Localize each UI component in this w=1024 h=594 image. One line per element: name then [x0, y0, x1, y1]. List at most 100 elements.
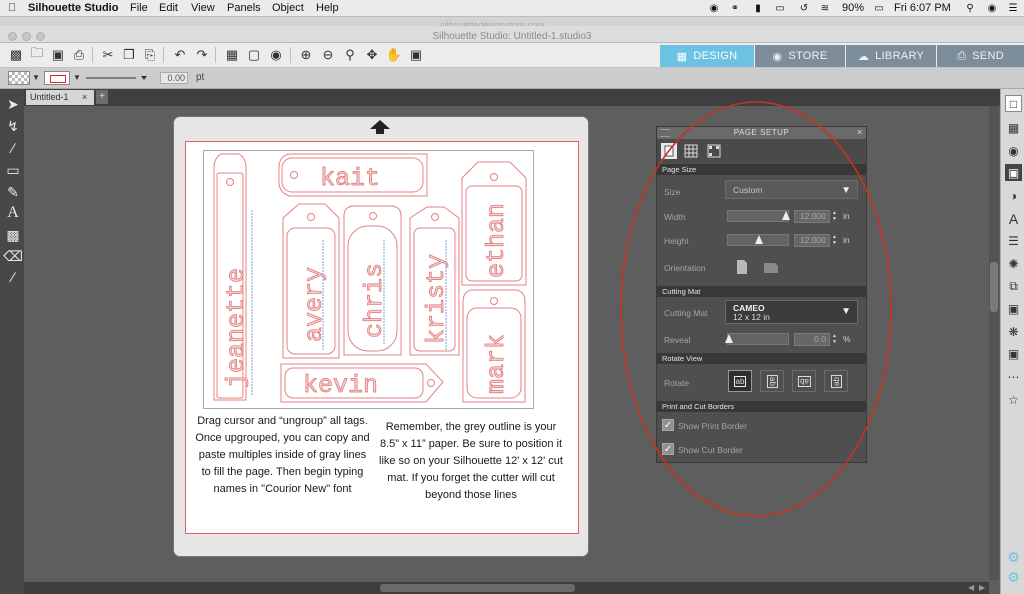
menu-panels[interactable]: Panels — [227, 2, 261, 14]
line-width-unit: pt — [196, 72, 205, 83]
chevron-down-icon[interactable]: ▼ — [73, 73, 81, 82]
trace-icon[interactable]: ❋ — [1005, 323, 1022, 340]
zoom-in-icon[interactable]: ⊕ — [298, 47, 314, 63]
select-pointer-icon[interactable]: ➤ — [5, 95, 21, 113]
right-panel-bar: □ ▦ ◉ ▣ ◑ A ☰ ✺ ⧉ ▣ ❋ ▣ ⋯ ☆ ⚙ ⚙ — [1000, 89, 1024, 594]
transform-icon[interactable]: ▣ — [1005, 345, 1022, 362]
line-tool-icon[interactable]: ∕ — [5, 139, 21, 157]
menu-edit[interactable]: Edit — [159, 2, 178, 14]
save-icon[interactable]: ▣ — [50, 47, 66, 63]
eraser-tool-icon[interactable]: ⌫ — [3, 247, 23, 265]
battery-icon[interactable]: ▭ — [870, 2, 888, 14]
fill-tool-icon[interactable]: ▩ — [5, 226, 21, 244]
move-icon[interactable]: ✥ — [364, 47, 380, 63]
settings-gear-icon[interactable]: ⚙ — [1005, 549, 1022, 566]
clock[interactable]: Fri 6:07 PM — [894, 2, 951, 14]
star-icon[interactable]: ☆ — [1005, 391, 1022, 408]
menu-file[interactable]: File — [130, 2, 148, 14]
fill-panel-icon[interactable]: ◉ — [1005, 142, 1022, 159]
print-icon[interactable]: ⎙ — [71, 47, 87, 63]
tag-name-jeanette[interactable]: jeanette — [222, 268, 252, 389]
cut-icon[interactable]: ✂ — [100, 47, 116, 63]
undo-icon[interactable]: ↶ — [172, 47, 188, 63]
redo-icon[interactable]: ↷ — [194, 47, 210, 63]
point-tracing-icon[interactable]: ⋯ — [1005, 368, 1022, 385]
left-tool-panel: ➤ ↯ ∕ ▭ ✎ A ▩ ⌫ ∕ — [0, 89, 24, 594]
menu-help[interactable]: Help — [316, 2, 339, 14]
style-bar — [0, 68, 1024, 89]
tag-name-kevin[interactable]: kevin — [303, 371, 379, 401]
knife-tool-icon[interactable]: ∕ — [5, 268, 21, 286]
fit-to-page-icon[interactable]: ▣ — [408, 47, 424, 63]
align-icon[interactable]: ☰ — [1005, 232, 1022, 249]
close-tab-icon[interactable]: × — [82, 92, 87, 102]
timemachine-icon[interactable]: ↺ — [797, 2, 811, 14]
shape-tool-icon[interactable]: ▭ — [5, 161, 21, 179]
pan-hand-icon[interactable]: ✋ — [386, 47, 402, 63]
apple-menu[interactable]:  — [8, 2, 16, 14]
replicate-icon[interactable]: ✺ — [1005, 255, 1022, 272]
camera-icon[interactable]: ◉ — [707, 2, 721, 14]
new-document-icon[interactable]: ▩ — [8, 47, 24, 63]
fill-color-swatch[interactable] — [8, 71, 30, 85]
select-all-icon[interactable]: ◉ — [268, 47, 284, 63]
menubar-app-icon[interactable]: ▮ — [751, 2, 765, 14]
nav-design-button[interactable]: ▦ DESIGN — [660, 45, 754, 67]
chevron-down-icon[interactable]: ▼ — [32, 73, 40, 82]
tag-name-kait[interactable]: kait — [320, 164, 381, 194]
instruction-note-left: Drag cursor and “ungroup” all tags. Once… — [195, 415, 370, 495]
pencil-tool-icon[interactable]: ✎ — [5, 183, 21, 201]
toolbar-divider — [92, 47, 93, 63]
menu-view[interactable]: View — [191, 2, 215, 14]
toolbar-divider — [163, 47, 164, 63]
group-icon[interactable]: ▦ — [224, 47, 240, 63]
print-cut-icon[interactable]: ▦ — [1005, 119, 1022, 136]
line-style-dropdown[interactable] — [84, 71, 150, 85]
app-menu[interactable]: Silhouette Studio — [28, 2, 118, 14]
horizontal-scroll-thumb[interactable] — [380, 584, 575, 592]
edit-points-icon[interactable]: ↯ — [5, 117, 21, 135]
nav-library-label: LIBRARY — [875, 50, 925, 62]
tag-name-chris[interactable]: chris — [360, 263, 390, 339]
help-gear-icon[interactable]: ⚙ — [1005, 569, 1022, 586]
feed-direction-arrow-icon — [370, 120, 390, 134]
line-panel-icon[interactable]: ▣ — [1005, 164, 1022, 181]
text-style-icon[interactable]: A — [1005, 210, 1022, 227]
notification-center-icon[interactable]: ☰ — [1006, 2, 1020, 14]
paste-icon[interactable]: ⎘ — [142, 47, 158, 63]
nav-design-label: DESIGN — [693, 50, 738, 62]
wifi-icon[interactable]: ≋ — [818, 2, 832, 14]
transparency-icon[interactable]: ◑ — [1005, 187, 1022, 204]
modify-icon[interactable]: ⧉ — [1005, 278, 1022, 295]
line-width-field[interactable]: 0.00 — [160, 72, 188, 84]
tag-name-avery[interactable]: avery — [300, 267, 330, 343]
zoom-out-icon[interactable]: ⊖ — [320, 47, 336, 63]
tag-name-ethan[interactable]: ethan — [482, 203, 512, 279]
add-tab-button[interactable]: + — [96, 90, 108, 104]
line-color-swatch[interactable] — [44, 71, 70, 85]
page-setup-icon[interactable]: □ — [1005, 95, 1022, 112]
text-tool-icon[interactable]: A — [5, 204, 21, 222]
scroll-right-arrow-icon[interactable]: ▶ — [979, 583, 985, 592]
scroll-left-arrow-icon[interactable]: ◀ — [968, 583, 974, 592]
vertical-scroll-thumb[interactable] — [990, 262, 998, 312]
nav-send-button[interactable]: ⎙ SEND — [937, 45, 1024, 67]
cutter-icon: ⎙ — [957, 49, 967, 62]
window-title: Silhouette Studio: Untitled-1.studio3 — [432, 31, 592, 42]
creative-cloud-icon[interactable]: ⚭ — [728, 2, 742, 14]
gift-tag-designs[interactable]: jeanette kait avery chris kristy ethan m… — [203, 150, 534, 409]
open-folder-icon[interactable]: 🗀 — [29, 45, 45, 63]
menu-object[interactable]: Object — [272, 2, 304, 14]
ungroup-icon[interactable]: ▢ — [246, 47, 262, 63]
siri-icon[interactable]: ◉ — [985, 2, 999, 14]
nav-store-button[interactable]: ◉ STORE — [755, 45, 845, 67]
tag-name-kristy[interactable]: kristy — [422, 254, 452, 345]
copy-icon[interactable]: ❐ — [121, 47, 137, 63]
tag-name-mark[interactable]: mark — [482, 334, 512, 395]
vertical-scrollbar[interactable] — [989, 106, 999, 580]
nav-library-button[interactable]: ☁ LIBRARY — [846, 45, 936, 67]
offset-icon[interactable]: ▣ — [1005, 300, 1022, 317]
zoom-select-icon[interactable]: ⚲ — [342, 47, 358, 63]
spotlight-search-icon[interactable]: ⚲ — [963, 2, 977, 14]
airplay-icon[interactable]: ▭ — [773, 2, 787, 14]
